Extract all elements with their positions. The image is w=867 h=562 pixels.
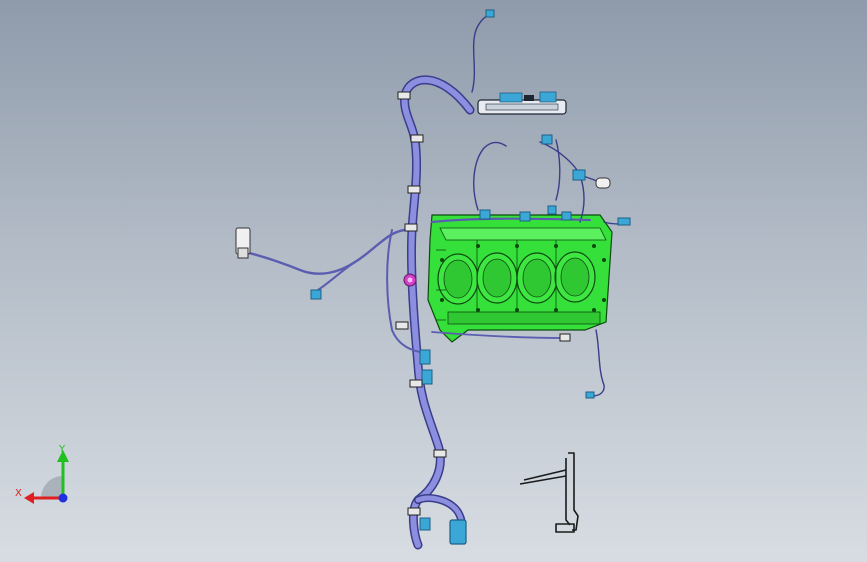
cad-scene[interactable]: X Y: [0, 0, 867, 562]
connector-block-top-3[interactable]: [547, 205, 557, 215]
engine-block-bottom-rail: [447, 311, 601, 325]
x-axis-label: X: [15, 488, 22, 499]
top-connector-module[interactable]: [477, 91, 567, 115]
z-axis-dot: [58, 493, 68, 503]
y-axis-label: Y: [58, 444, 66, 455]
connector-left-pigtail[interactable]: [310, 289, 322, 300]
engine-block-deck: [439, 227, 607, 241]
connector-bottom-main[interactable]: [449, 519, 467, 545]
cad-viewport[interactable]: X Y: [0, 0, 867, 562]
engine-block[interactable]: [427, 214, 613, 343]
connector-left-block-2[interactable]: [421, 369, 433, 385]
connector-lug[interactable]: [595, 177, 611, 189]
connector-block-top-1[interactable]: [479, 209, 491, 220]
connector-upper-right-b[interactable]: [572, 169, 586, 181]
harness-top-wire: [471, 13, 491, 93]
connector-right-lower[interactable]: [585, 391, 595, 399]
connector-left-block-1[interactable]: [419, 349, 431, 365]
coordinate-triad: X Y: [15, 444, 69, 504]
harness-right-branch: [473, 139, 605, 223]
magenta-sensor[interactable]: [403, 273, 417, 287]
connector-block-top-4[interactable]: [561, 211, 572, 221]
connector-top-small[interactable]: [485, 9, 495, 18]
connector-block-top-2[interactable]: [519, 211, 531, 222]
connector-bottom-side[interactable]: [419, 517, 431, 531]
standalone-bracket[interactable]: [519, 452, 579, 533]
x-axis-arrow: [24, 492, 34, 504]
connector-upper-right-a[interactable]: [541, 134, 553, 145]
connector-right-edge[interactable]: [617, 217, 631, 226]
harness-right-lower-wire: [591, 329, 605, 397]
harness-left-branch: [243, 228, 412, 275]
